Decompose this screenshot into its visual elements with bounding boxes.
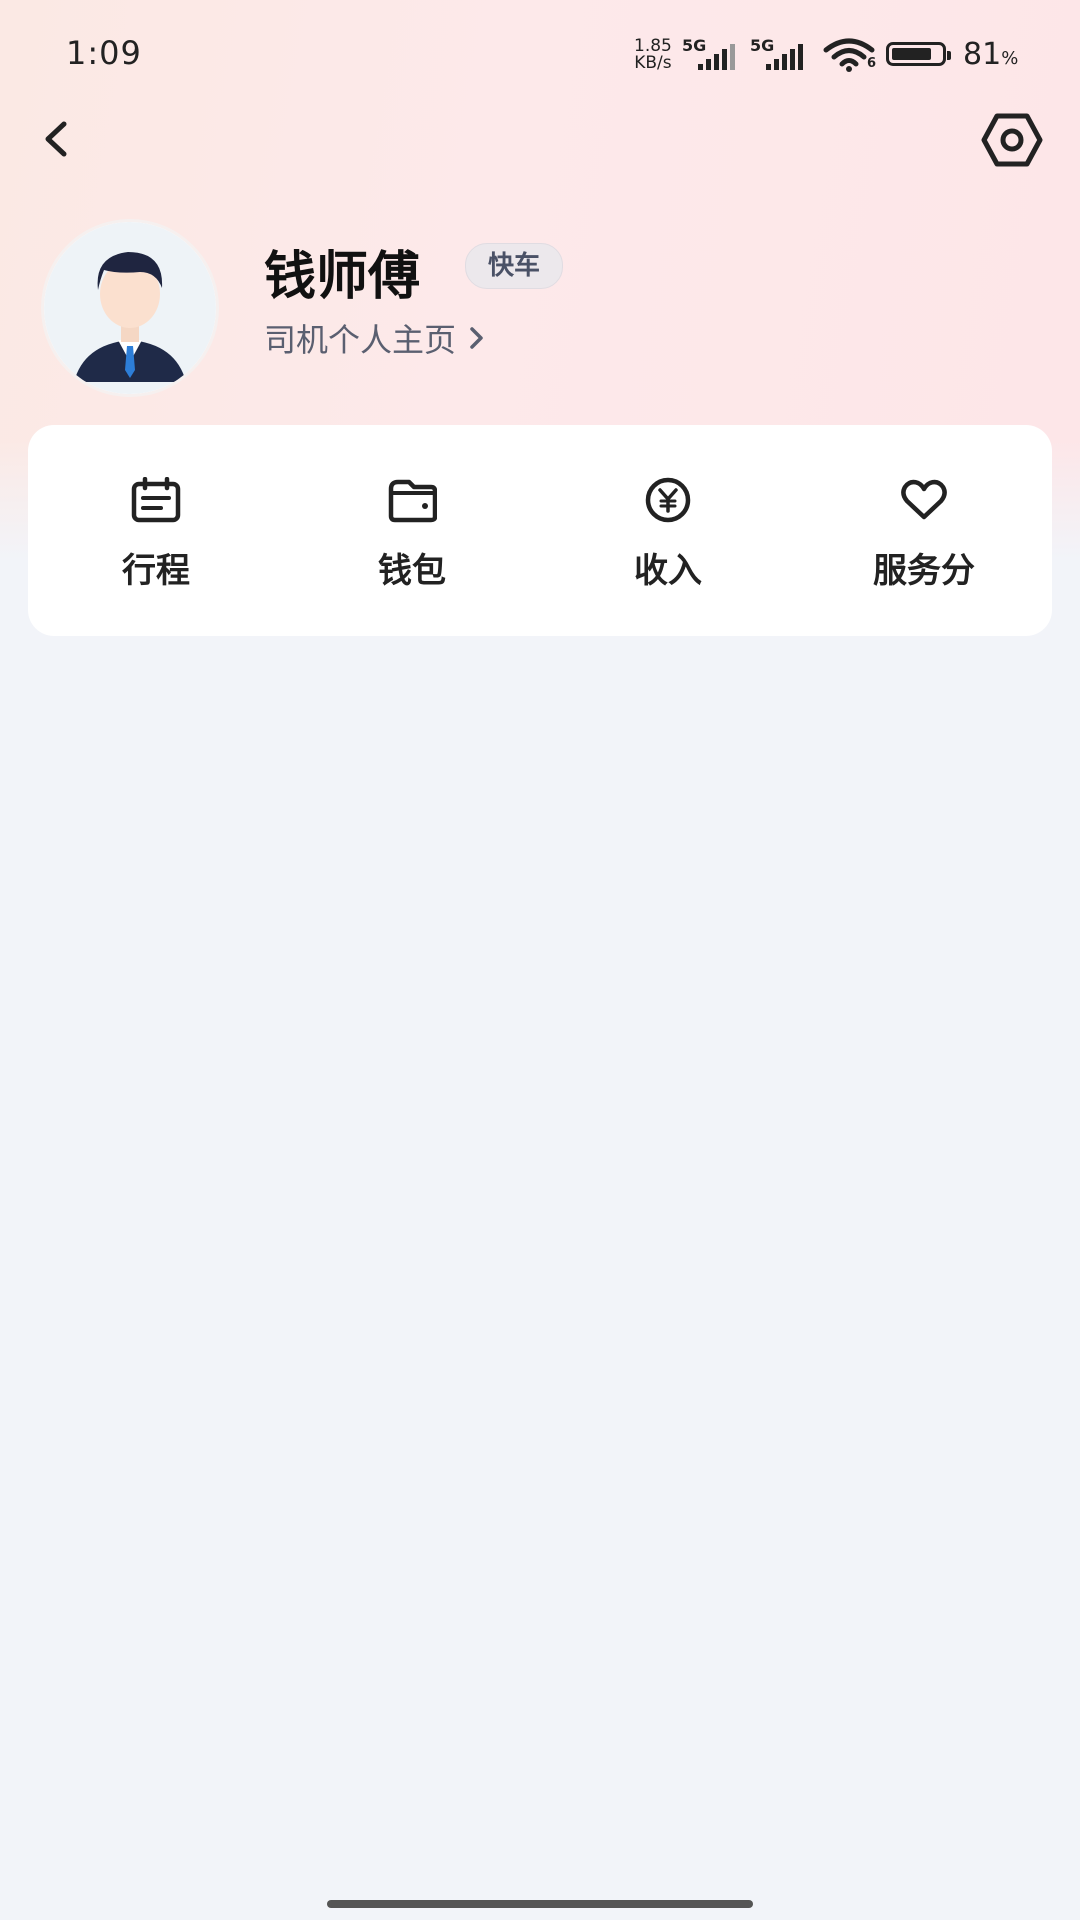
battery-value: 81 xyxy=(963,37,1002,72)
signal-bars-icon xyxy=(766,44,803,70)
quick-action-label: 服务分 xyxy=(873,551,975,591)
quick-action-label: 钱包 xyxy=(378,551,446,591)
quick-action-label: 收入 xyxy=(634,551,702,591)
yen-coin-icon xyxy=(645,477,691,523)
network-speed: 1.85 KB/s xyxy=(634,38,672,72)
quick-actions-card: 行程 钱包 收入 服务分 xyxy=(28,425,1052,636)
driver-profile-link[interactable]: 司机个人主页 xyxy=(264,315,486,361)
driver-profile-link-label: 司机个人主页 xyxy=(264,321,457,359)
avatar-image xyxy=(44,222,216,394)
settings-button[interactable] xyxy=(980,108,1044,172)
battery-percent: 81% xyxy=(963,37,1018,72)
signal-bars-icon xyxy=(698,44,735,70)
calendar-icon xyxy=(131,477,181,523)
home-indicator[interactable] xyxy=(327,1900,753,1908)
quick-action-service-score[interactable]: 服务分 xyxy=(796,425,1052,636)
wifi-sub-label: 6 xyxy=(867,56,877,71)
driver-name: 钱师傅 xyxy=(264,247,421,307)
quick-action-trips[interactable]: 行程 xyxy=(28,425,284,636)
quick-action-wallet[interactable]: 钱包 xyxy=(284,425,540,636)
chevron-right-icon xyxy=(470,327,483,349)
wifi-icon: 6 xyxy=(823,38,877,76)
battery-unit: % xyxy=(1001,48,1019,69)
battery-icon xyxy=(886,42,951,66)
chevron-left-icon xyxy=(45,121,67,157)
status-time: 1:09 xyxy=(66,34,142,72)
quick-action-income[interactable]: 收入 xyxy=(540,425,796,636)
heart-icon xyxy=(901,479,947,520)
back-button[interactable] xyxy=(30,110,90,170)
quick-action-label: 行程 xyxy=(122,551,190,591)
avatar[interactable] xyxy=(44,222,216,394)
hex-settings-icon xyxy=(981,113,1043,167)
network-speed-unit: KB/s xyxy=(634,53,672,73)
status-bar: 1:09 1.85 KB/s 5G 5G 6 81% xyxy=(0,0,1080,110)
wallet-icon xyxy=(388,479,437,523)
service-type-badge: 快车 xyxy=(465,243,564,289)
